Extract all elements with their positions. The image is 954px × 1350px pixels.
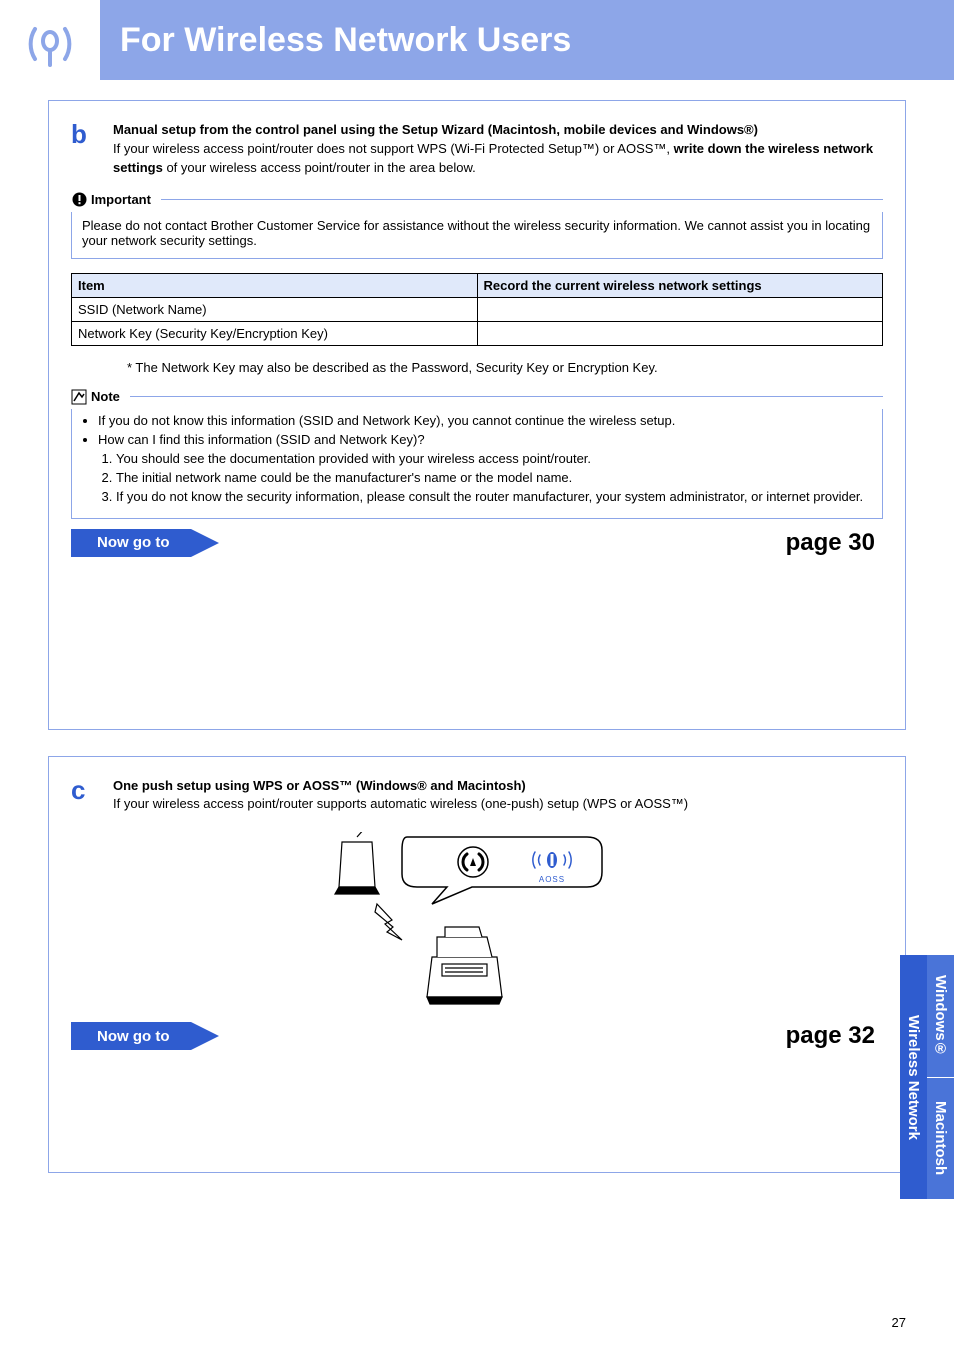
- key-input-cell[interactable]: [477, 321, 883, 345]
- wireless-header-icon: [0, 9, 100, 72]
- arrow-right-icon: [191, 529, 219, 557]
- note-bullet: If you do not know this information (SSI…: [98, 413, 872, 428]
- step-b-title: Manual setup from the control panel usin…: [113, 122, 758, 137]
- important-icon: [71, 192, 87, 208]
- tab-wireless-network[interactable]: Wireless Network: [900, 955, 927, 1199]
- table-head-record: Record the current wireless network sett…: [477, 273, 883, 297]
- note-icon: [71, 389, 87, 405]
- header-banner: For Wireless Network Users: [0, 0, 954, 80]
- note-ol-item: The initial network name could be the ma…: [116, 470, 872, 485]
- tab-macintosh[interactable]: Macintosh: [927, 1077, 954, 1199]
- important-box: Please do not contact Brother Customer S…: [71, 212, 883, 259]
- page-title: For Wireless Network Users: [120, 21, 571, 60]
- step-b-intro-post: of your wireless access point/router in …: [163, 160, 476, 175]
- goto-page-c: page 32: [786, 1022, 883, 1050]
- important-header: Important: [71, 192, 883, 208]
- note-bullet: How can I find this information (SSID an…: [98, 432, 872, 447]
- header-title-box: For Wireless Network Users: [100, 0, 954, 80]
- step-letter-b: b: [71, 121, 113, 178]
- goto-page-b: page 30: [786, 529, 883, 557]
- table-head-item: Item: [72, 273, 478, 297]
- table-cell-key: Network Key (Security Key/Encryption Key…: [72, 321, 478, 345]
- note-header: Note: [71, 389, 883, 405]
- goto-label-c: Now go to: [71, 1022, 191, 1050]
- asterisk-note: * The Network Key may also be described …: [127, 360, 883, 375]
- table-row: SSID (Network Name): [72, 297, 883, 321]
- step-b-intro-pre: If your wireless access point/router doe…: [113, 141, 674, 156]
- step-letter-c: c: [71, 777, 113, 815]
- table-row: Network Key (Security Key/Encryption Key…: [72, 321, 883, 345]
- note-ol-item: If you do not know the security informat…: [116, 489, 872, 504]
- tab-windows[interactable]: Windows®: [927, 955, 954, 1077]
- goto-bar-c: Now go to page 32: [71, 1022, 883, 1050]
- step-c-title: One push setup using WPS or AOSS™ (Windo…: [113, 778, 526, 793]
- arrow-right-icon: [191, 1022, 219, 1050]
- note-box: If you do not know this information (SSI…: [71, 409, 883, 519]
- aoss-label: AOSS: [539, 875, 565, 884]
- important-text: Please do not contact Brother Customer S…: [82, 218, 870, 248]
- important-label: Important: [91, 192, 151, 207]
- goto-bar-b: Now go to page 30: [71, 529, 883, 557]
- settings-table: Item Record the current wireless network…: [71, 273, 883, 346]
- step-c-intro: If your wireless access point/router sup…: [113, 796, 688, 811]
- page-number: 27: [892, 1315, 906, 1330]
- section-b-card: b Manual setup from the control panel us…: [48, 100, 906, 730]
- wps-figure: AOSS: [71, 832, 883, 1012]
- note-ol-item: You should see the documentation provide…: [116, 451, 872, 466]
- note-label: Note: [91, 389, 120, 404]
- goto-label-b: Now go to: [71, 529, 191, 557]
- side-tabs: Wireless Network Windows® Macintosh: [900, 955, 954, 1199]
- table-cell-ssid: SSID (Network Name): [72, 297, 478, 321]
- section-c-card: c One push setup using WPS or AOSS™ (Win…: [48, 756, 906, 1174]
- ssid-input-cell[interactable]: [477, 297, 883, 321]
